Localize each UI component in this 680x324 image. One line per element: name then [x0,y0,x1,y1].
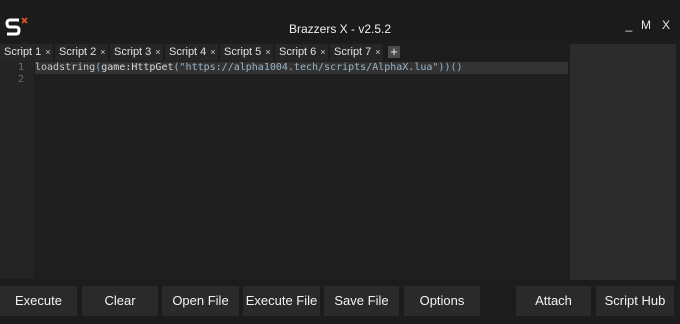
tab-script-6[interactable]: Script 6 × [275,44,328,61]
attach-button[interactable]: Attach [516,286,591,316]
code-token: game:HttpGet [101,62,174,73]
tab-close-icon[interactable]: × [45,47,50,57]
close-button[interactable]: X [659,18,673,32]
open-file-button[interactable]: Open File [162,286,239,316]
tab-script-4[interactable]: Script 4 × [165,44,218,61]
tab-label: Script 1 [4,46,42,58]
tab-script-7[interactable]: Script 7 × [330,44,383,61]
code-line-1[interactable]: loadstring(game:HttpGet("https://alpha10… [35,62,568,74]
add-tab-button[interactable]: + [388,45,400,58]
code-editor[interactable]: 1 2 loadstring(game:HttpGet("https://alp… [0,61,569,279]
tab-close-icon[interactable]: × [155,47,160,57]
options-button[interactable]: Options [404,286,480,316]
window-title: Brazzers X - v2.5.2 [288,22,392,36]
tab-script-3[interactable]: Script 3 × [110,44,163,61]
tab-label: Script 7 [334,46,372,58]
maximize-button[interactable]: M [639,18,653,32]
title-bar: Brazzers X - v2.5.2 _ M X [0,0,680,42]
line-number-gutter: 1 2 [0,61,34,279]
minimize-button[interactable]: _ [622,18,636,32]
tab-script-2[interactable]: Script 2 × [55,44,108,61]
tab-label: Script 3 [114,46,152,58]
code-token: ))() [438,62,463,73]
execute-file-button[interactable]: Execute File [243,286,320,316]
tab-close-icon[interactable]: × [210,47,215,57]
line-number: 2 [17,74,24,85]
code-string: "https://alpha1004.tech/scripts/AlphaX.l… [179,62,439,73]
tab-script-5[interactable]: Script 5 × [220,44,273,61]
tab-close-icon[interactable]: × [320,47,325,57]
script-tabs: Script 1 × Script 2 × Script 3 × Script 4 × … [0,44,570,61]
line-number: 1 [17,62,24,73]
clear-button[interactable]: Clear [82,286,158,316]
tab-label: Script 2 [59,46,97,58]
tab-close-icon[interactable]: × [265,47,270,57]
script-hub-button[interactable]: Script Hub [596,286,674,316]
tab-label: Script 4 [169,46,207,58]
tab-script-1[interactable]: Script 1 × [0,44,53,61]
code-token: loadstring [35,62,96,73]
tab-close-icon[interactable]: × [100,47,105,57]
execute-button[interactable]: Execute [0,286,77,316]
tab-close-icon[interactable]: × [375,47,380,57]
tab-label: Script 5 [224,46,262,58]
tab-label: Script 6 [279,46,317,58]
save-file-button[interactable]: Save File [324,286,399,316]
script-list-panel[interactable] [570,44,676,280]
